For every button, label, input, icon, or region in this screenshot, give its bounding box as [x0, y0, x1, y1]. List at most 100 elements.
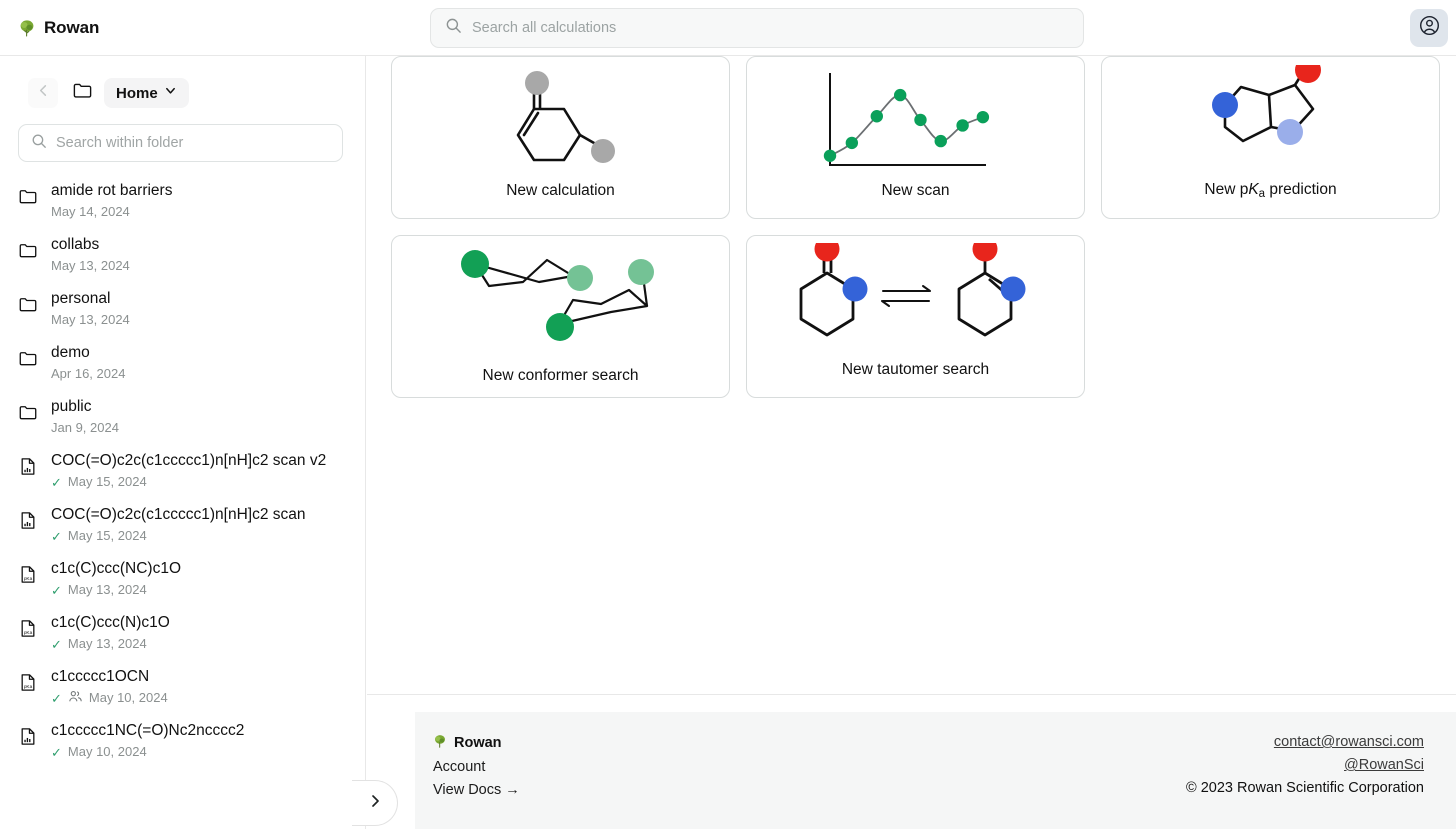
file-pka-icon: [18, 559, 38, 585]
list-item-date: May 13, 2024: [67, 636, 147, 651]
list-item-date: Jan 9, 2024: [51, 420, 119, 435]
list-item-date: May 13, 2024: [51, 312, 130, 327]
list-item[interactable]: public Jan 9, 2024: [0, 390, 365, 444]
list-item-text: COC(=O)c2c(c1ccccc1)n[nH]c2 scan v2 ✓ May …: [51, 451, 326, 491]
list-item-text: COC(=O)c2c(c1ccccc1)n[nH]c2 scan ✓ May 15,…: [51, 505, 306, 545]
tree-icon: [433, 734, 447, 752]
file-pka-icon: [18, 613, 38, 639]
brand[interactable]: Rowan: [0, 18, 99, 38]
folder-icon: [18, 289, 38, 315]
list-item-text: c1ccccc1OCN ✓ May 10, 2024: [51, 667, 168, 707]
list-item-title: public: [51, 398, 92, 415]
chevron-left-icon: [36, 83, 51, 103]
card-new-scan[interactable]: New scan: [746, 56, 1085, 219]
account-button[interactable]: [1410, 9, 1448, 47]
footer-account-link[interactable]: Account: [433, 759, 520, 775]
card-row-2: New conformer search New tautomer search: [367, 235, 1456, 398]
list-item[interactable]: c1c(C)ccc(NC)c1O ✓ May 13, 2024: [0, 552, 365, 606]
list-item-text: public Jan 9, 2024: [51, 397, 119, 437]
card-new-conformer-search[interactable]: New conformer search: [391, 235, 730, 398]
list-item-meta: ✓ May 13, 2024: [51, 581, 181, 599]
footer-docs-link[interactable]: View Docs →: [433, 782, 520, 798]
back-button[interactable]: [28, 78, 58, 108]
molecule-tautomers-art: [747, 236, 1084, 361]
sidebar-header: Home: [0, 56, 365, 112]
list-item-title: COC(=O)c2c(c1ccccc1)n[nH]c2 scan v2: [51, 452, 327, 469]
folder-icon: [72, 80, 93, 106]
list-item-meta: ✓ May 10, 2024: [51, 689, 168, 707]
list-item-date: Apr 16, 2024: [51, 366, 126, 381]
card-new-tautomer-search[interactable]: New tautomer search: [746, 235, 1085, 398]
sidebar-collapse-handle[interactable]: [352, 780, 398, 826]
list-item-meta: ✓ May 15, 2024: [51, 473, 326, 491]
check-icon: ✓: [51, 474, 62, 490]
folder-icon: [18, 235, 38, 261]
list-item-text: collabs May 13, 2024: [51, 235, 130, 275]
folder-button[interactable]: [66, 78, 98, 108]
list-item-meta: May 13, 2024: [51, 257, 130, 275]
molecule-chairs-art: [392, 236, 729, 367]
card-new-calculation[interactable]: New calculation: [391, 56, 730, 219]
card-row-1: New calculation New scan New pKa predict…: [367, 56, 1456, 219]
list-item-title: c1c(C)ccc(N)c1O: [51, 614, 170, 631]
card-label-italic: K: [1248, 181, 1259, 198]
list-item[interactable]: COC(=O)c2c(c1ccccc1)n[nH]c2 scan ✓ May 15,…: [0, 498, 365, 552]
tree-icon: [18, 19, 36, 37]
card-label: New tautomer search: [841, 361, 990, 378]
card-label: New scan: [881, 182, 950, 199]
global-search[interactable]: Search all calculations: [430, 8, 1084, 48]
list-item-text: c1c(C)ccc(NC)c1O ✓ May 13, 2024: [51, 559, 181, 599]
folder-search-input[interactable]: Search within folder: [56, 135, 183, 151]
search-icon: [31, 133, 47, 154]
action-cards: New calculation New scan New pKa predict…: [367, 56, 1456, 398]
folder-icon: [18, 397, 38, 423]
list-item-text: c1ccccc1NC(=O)Nc2ncccc2 ✓ May 10, 2024: [51, 721, 244, 761]
list-item-meta: ✓ May 10, 2024: [51, 743, 244, 761]
footer-copyright: © 2023 Rowan Scientific Corporation: [1186, 780, 1424, 796]
footer-social-link[interactable]: @RowanSci: [1344, 757, 1424, 773]
user-circle-icon: [1419, 15, 1440, 41]
breadcrumb[interactable]: Home: [104, 78, 189, 108]
list-item-meta: ✓ May 13, 2024: [51, 635, 170, 653]
list-item[interactable]: personal May 13, 2024: [0, 282, 365, 336]
list-item[interactable]: collabs May 13, 2024: [0, 228, 365, 282]
search-input[interactable]: Search all calculations: [472, 20, 616, 36]
card-new-pka-prediction[interactable]: New pKa prediction: [1101, 56, 1440, 219]
list-item-date: May 13, 2024: [67, 582, 147, 597]
check-icon: ✓: [51, 636, 62, 652]
list-item[interactable]: c1ccccc1NC(=O)Nc2ncccc2 ✓ May 10, 2024: [0, 714, 365, 768]
list-item[interactable]: c1c(C)ccc(N)c1O ✓ May 13, 2024: [0, 606, 365, 660]
people-icon: [68, 689, 83, 707]
list-item-text: demo Apr 16, 2024: [51, 343, 125, 383]
list-item-date: May 15, 2024: [67, 474, 147, 489]
list-item-title: demo: [51, 344, 90, 361]
list-item-date: May 15, 2024: [67, 528, 147, 543]
sidebar: Home Search within folder amide rot barr…: [0, 56, 366, 829]
main-content: New calculation New scan New pKa predict…: [367, 56, 1456, 829]
app-root: Rowan Search all calculations Home Searc…: [0, 0, 1456, 829]
footer-brand: Rowan: [433, 734, 520, 752]
top-bar: Rowan Search all calculations: [0, 0, 1456, 56]
file-chart-icon: [18, 505, 38, 531]
check-icon: ✓: [51, 690, 62, 706]
folder-icon: [18, 343, 38, 369]
list-item[interactable]: COC(=O)c2c(c1ccccc1)n[nH]c2 scan v2 ✓ May …: [0, 444, 365, 498]
footer-left: Rowan Account View Docs →: [433, 734, 520, 829]
file-chart-icon: [18, 451, 38, 477]
card-label: New calculation: [506, 182, 615, 199]
check-icon: ✓: [51, 528, 62, 544]
list-item[interactable]: c1ccccc1OCN ✓ May 10, 2024: [0, 660, 365, 714]
chevron-down-icon: [164, 84, 177, 102]
list-item-title: c1ccccc1OCN: [51, 668, 150, 685]
list-item-meta: May 13, 2024: [51, 311, 130, 329]
brand-name: Rowan: [44, 17, 100, 37]
list-item[interactable]: amide rot barriers May 14, 2024: [0, 174, 365, 228]
list-item-meta: May 14, 2024: [51, 203, 172, 221]
list-item-title: personal: [51, 290, 111, 307]
footer-email-link[interactable]: contact@rowansci.com: [1274, 734, 1424, 750]
list-item[interactable]: demo Apr 16, 2024: [0, 336, 365, 390]
footer: Rowan Account View Docs → contact@rowans…: [415, 712, 1456, 829]
list-item-meta: Jan 9, 2024: [51, 419, 119, 437]
folder-search[interactable]: Search within folder: [18, 124, 343, 162]
list-item-title: COC(=O)c2c(c1ccccc1)n[nH]c2 scan: [51, 506, 306, 523]
